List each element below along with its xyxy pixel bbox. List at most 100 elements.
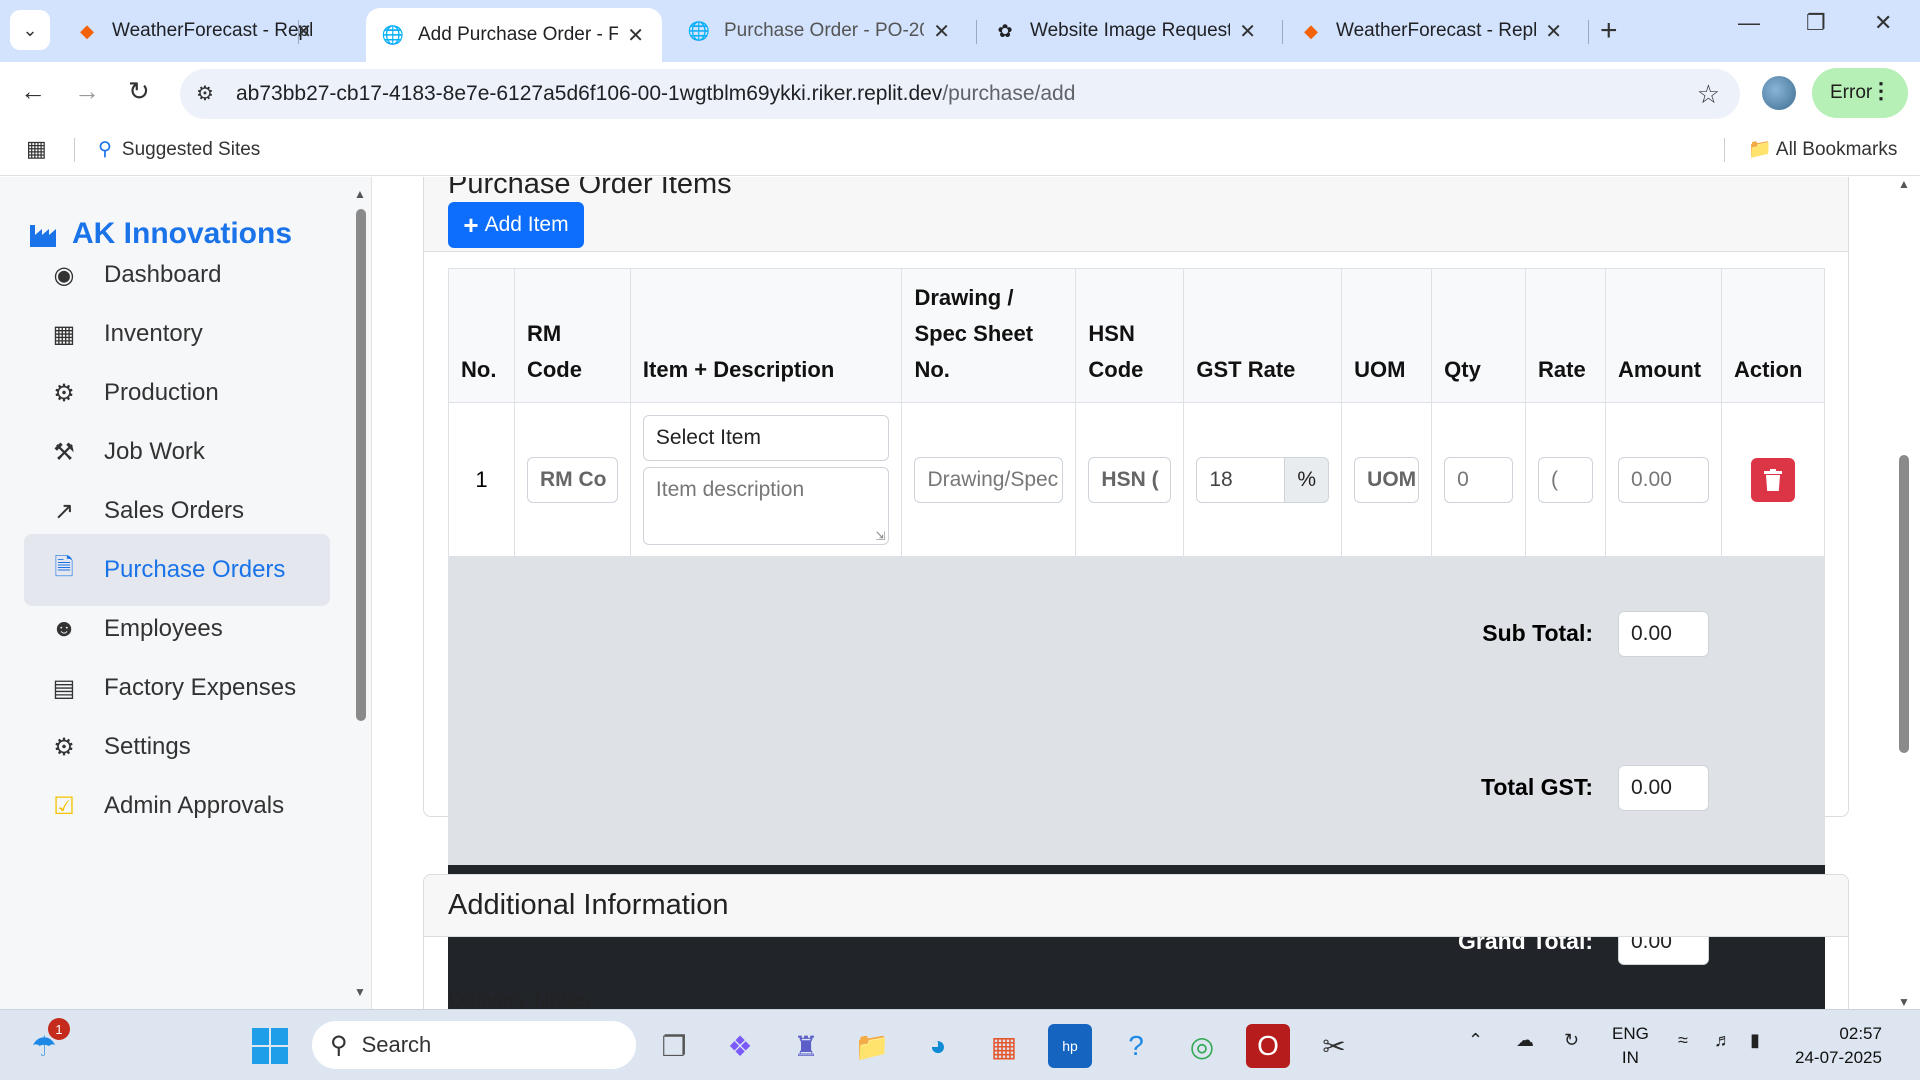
language-indicator[interactable]: ENG IN [1612, 1022, 1649, 1070]
onedrive-icon[interactable]: ☁ [1516, 1030, 1534, 1051]
store-icon[interactable]: ▦ [982, 1024, 1026, 1068]
folder-icon: 📁 [1748, 139, 1776, 160]
palette-icon: ◉ [53, 261, 75, 289]
scroll-down-icon[interactable]: ▼ [1898, 995, 1910, 1009]
opera-icon[interactable]: O [1246, 1024, 1290, 1068]
restore-icon[interactable]: ❐ [1806, 10, 1826, 36]
qty-input[interactable]: 0 [1444, 456, 1514, 503]
suggested-sites-link[interactable]: ⚲ Suggested Sites [98, 138, 260, 161]
rate-input[interactable]: ( [1538, 456, 1593, 503]
close-tab-icon[interactable]: ✕ [1545, 19, 1562, 44]
chrome-icon[interactable]: ◎ [1180, 1024, 1224, 1068]
help-icon[interactable]: ? [1114, 1024, 1158, 1068]
close-window-icon[interactable]: ✕ [1874, 10, 1892, 36]
close-tab-icon[interactable]: ✕ [933, 19, 950, 44]
globe-icon: 🌐 [687, 20, 711, 41]
profile-avatar[interactable] [1762, 76, 1796, 110]
edge-icon[interactable]: ◕ [916, 1024, 960, 1068]
scroll-down-icon[interactable]: ▼ [354, 985, 366, 999]
all-bookmarks-link[interactable]: 📁 All Bookmarks [1748, 137, 1897, 161]
tab-add-purchase-order[interactable]: 🌐 Add Purchase Order - Fac ✕ [366, 8, 662, 62]
trash-icon [1763, 468, 1782, 491]
sub-total-label: Sub Total: [448, 556, 1606, 711]
apps-grid-icon[interactable]: ▦ [26, 136, 47, 162]
clock[interactable]: 02:57 24-07-2025 [1795, 1022, 1882, 1070]
new-tab-icon[interactable]: + [1600, 14, 1618, 48]
globe-icon: 🌐 [381, 24, 405, 45]
uom-input[interactable]: UOM [1354, 456, 1420, 503]
url-path: /purchase/add [942, 82, 1076, 105]
close-tab-icon[interactable]: ✕ [1239, 19, 1256, 44]
sidebar-item-label: Job Work [104, 438, 205, 465]
address-bar[interactable]: ⚙ ab73bb27-cb17-4183-8e7e-6127a5d6f106-0… [180, 69, 1740, 119]
snipping-tool-icon[interactable]: ✂ [1312, 1024, 1356, 1068]
myhp-icon[interactable]: hp [1048, 1024, 1092, 1068]
item-description-textarea[interactable]: Item description ⇲ [642, 466, 890, 545]
drawing-spec-input[interactable]: Drawing/Spec [914, 456, 1064, 503]
amount-input[interactable]: 0.00 [1618, 456, 1709, 503]
tab-purchase-order[interactable]: 🌐 Purchase Order - PO-202 ✕ [672, 8, 968, 54]
sub-total-value: 0.00 [1618, 610, 1709, 657]
volume-icon[interactable]: ♬ [1714, 1030, 1732, 1051]
tab-website-image-request[interactable]: ✿ Website Image Request ✕ [978, 8, 1274, 54]
task-view-icon[interactable]: ❐ [652, 1024, 696, 1068]
delete-row-button[interactable] [1750, 457, 1795, 502]
site-info-icon[interactable]: ⚙ [196, 81, 214, 106]
tab-separator [1588, 20, 1589, 44]
windows-taskbar: ☂ 1 ⚲ Search ❐ ❖ ♜ 📁 ◕ ▦ hp ? ◎ O ✂ ⌃ ☁ … [0, 1009, 1920, 1080]
back-icon[interactable]: ← [20, 76, 46, 107]
rm-code-input[interactable]: RM Co [526, 456, 618, 503]
app-sidebar: AK Innovations ◉ Dashboard ▦ Inventory ⚙… [0, 177, 372, 1009]
resize-grip-icon[interactable]: ⇲ [875, 529, 885, 543]
description-placeholder: Item description [655, 477, 805, 501]
replit-icon: ◆ [80, 20, 94, 41]
sync-icon[interactable]: ↻ [1564, 1030, 1579, 1051]
replit-icon: ◆ [1304, 20, 1318, 41]
windows-start-icon[interactable] [248, 1024, 292, 1068]
bookmark-star-icon[interactable]: ☆ [1697, 79, 1720, 110]
date: 24-07-2025 [1795, 1048, 1882, 1067]
error-button[interactable]: Error ⋮ [1812, 68, 1908, 118]
wifi-icon[interactable]: ≈ [1678, 1030, 1688, 1051]
tools-icon: ⚒ [53, 438, 75, 466]
delivery-notes-label: Delivery Notes [448, 987, 592, 1009]
column-header: Rate [1525, 268, 1606, 403]
teams-icon[interactable]: ♜ [784, 1024, 828, 1068]
copilot-icon[interactable]: ❖ [718, 1024, 762, 1068]
scroll-up-icon[interactable]: ▲ [354, 187, 366, 201]
scrollbar-thumb[interactable] [356, 209, 366, 721]
add-item-button[interactable]: + Add Item [448, 202, 584, 248]
separator [74, 138, 75, 162]
reload-icon[interactable]: ↻ [128, 76, 150, 107]
file-explorer-icon[interactable]: 📁 [850, 1024, 894, 1068]
battery-icon[interactable]: ▮ [1750, 1030, 1760, 1051]
gst-rate-group: 18 % [1196, 456, 1330, 503]
boxes-icon: ▦ [52, 320, 76, 348]
search-placeholder: Search [361, 1032, 432, 1057]
url-text: ab73bb27-cb17-4183-8e7e-6127a5d6f106-00-… [236, 82, 1075, 106]
forward-icon[interactable]: → [74, 76, 100, 107]
separator [1724, 138, 1725, 162]
region-code: IN [1621, 1048, 1639, 1067]
sidebar-item-admin-approvals[interactable]: ☑ Admin Approvals [24, 770, 330, 842]
close-tab-icon[interactable]: ✕ [627, 23, 644, 48]
gst-rate-input[interactable]: 18 [1196, 456, 1286, 503]
add-item-label: Add Item [484, 213, 569, 236]
item-select[interactable]: Select Item [642, 414, 890, 461]
sidebar-scrollbar[interactable]: ▲ ▼ [354, 187, 368, 999]
sidebar-item-label: Employees [104, 615, 223, 642]
browser-tab-bar: ⌄ ◆ WeatherForecast - Replit ✕ 🌐 Add Pur… [0, 0, 1920, 62]
tab-weatherforecast-1[interactable]: ◆ WeatherForecast - Replit ✕ [60, 8, 330, 54]
main-scrollbar[interactable]: ▲ ▼ [1893, 177, 1915, 1009]
minimize-icon[interactable]: — [1738, 10, 1760, 36]
table-header-row: No. RM Code Item + Description Drawing /… [448, 268, 1826, 403]
scrollbar-thumb[interactable] [1899, 455, 1909, 753]
tab-search-dropdown-icon[interactable]: ⌄ [10, 10, 50, 50]
taskbar-search-box[interactable]: ⚲ Search [312, 1021, 636, 1069]
tab-weatherforecast-2[interactable]: ◆ WeatherForecast - Replit ✕ [1284, 8, 1580, 54]
url-host: ab73bb27-cb17-4183-8e7e-6127a5d6f106-00-… [236, 82, 943, 105]
scroll-up-icon[interactable]: ▲ [1898, 177, 1910, 191]
hsn-code-input[interactable]: HSN ( [1088, 456, 1172, 503]
show-hidden-icons[interactable]: ⌃ [1468, 1030, 1483, 1051]
error-label: Error [1830, 82, 1873, 103]
